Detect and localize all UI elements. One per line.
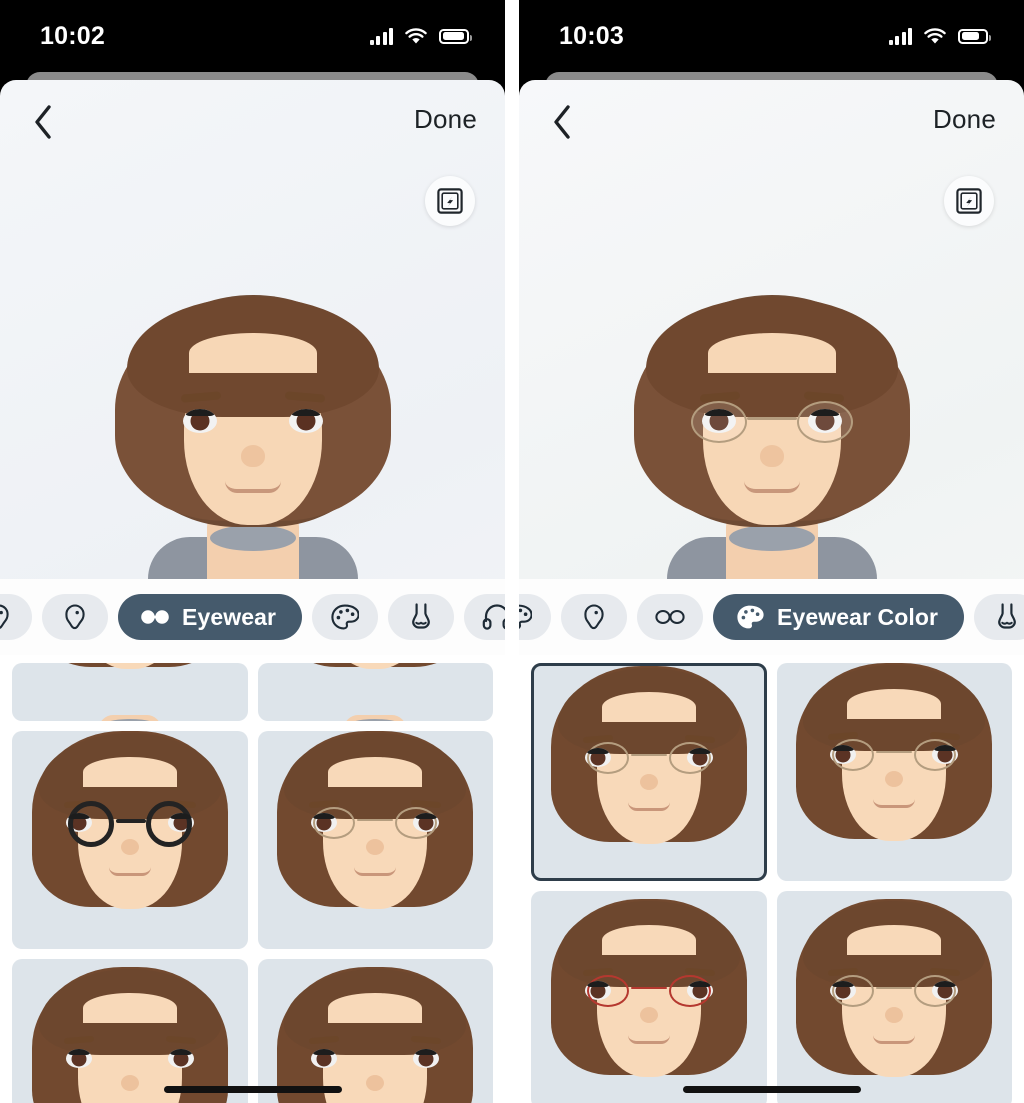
nose-icon [406,602,436,632]
avatar-nose [240,445,265,467]
phone-screenshot-right: 10:03 Done Eyewear Color [519,0,1024,1103]
category-tab-bar[interactable]: Eyewear [0,579,505,655]
wifi-icon [404,27,428,45]
tab-head-partial-icon[interactable] [0,594,32,640]
avatar-eye-right [288,409,323,433]
chevron-left-icon[interactable] [26,102,60,142]
status-time: 10:02 [40,21,105,50]
status-icons [888,27,991,45]
tab-headwear-icon[interactable] [464,594,505,640]
done-button[interactable]: Done [933,104,996,135]
avatar-mouth [743,481,800,493]
navigation-bar: Done [519,80,1024,162]
cellular-signal-icon [888,27,912,45]
sticker-effects-icon[interactable] [425,176,475,226]
avatar-thumbnail [30,963,230,1103]
avatar-thumbnail [30,663,230,721]
headwear-icon [482,602,505,632]
navigation-bar: Done [0,80,505,162]
status-time: 10:03 [559,21,624,50]
head-partial-icon [0,602,14,632]
avatar-eye-left [182,409,217,433]
avatar-thumbnail [794,663,994,881]
dual-screenshot-composite: 10:02 Done Eyewear 10:03 Done Eyewear Co… [0,0,1024,1103]
eyewear-option-cell[interactable] [776,891,1012,1103]
face-shape-icon [60,602,90,632]
home-indicator [682,1086,861,1093]
avatar-preview-stage [0,162,505,579]
eyewear-option-cell[interactable] [531,891,767,1103]
avatar-hair-part [188,333,317,373]
avatar-nose [759,445,784,467]
modal-sheet-wrapper: Done [0,72,505,1103]
category-tab-bar[interactable]: Eyewear Color [519,579,1024,655]
battery-full-icon [439,28,472,44]
eyewear-option-cell[interactable] [12,731,248,949]
avatar-glasses [689,401,855,445]
eyewear-option-cell[interactable] [257,959,493,1103]
tab-eyewear-icon[interactable] [637,594,703,640]
done-button[interactable]: Done [414,104,477,135]
home-indicator [163,1086,342,1093]
editor-sheet: Done [519,80,1024,1103]
status-bar: 10:02 [0,0,505,72]
avatar-thumbnail [275,963,475,1103]
chevron-left-icon[interactable] [545,102,579,142]
avatar-thumbnail [275,731,475,949]
eyewear-option-cell[interactable] [12,959,248,1103]
status-icons [369,27,472,45]
eyewear-option-cell[interactable] [531,663,767,881]
avatar-thumbnail [30,731,230,949]
avatar-thumbnail [549,666,749,878]
phone-screenshot-left: 10:02 Done Eyewear [0,0,505,1103]
cellular-signal-icon [369,27,393,45]
avatar-hair-part [707,333,836,373]
tab-nose-icon[interactable] [974,594,1024,640]
eyewear-option-cell[interactable] [257,731,493,949]
palette-icon [735,602,765,632]
status-bar: 10:03 [519,0,1024,72]
modal-sheet-wrapper: Done [519,72,1024,1103]
avatar-thumbnail [549,895,749,1103]
tab-eyewear-color[interactable]: Eyewear Color [713,594,965,640]
panel-divider [505,0,519,1103]
tab-palette-partial-icon[interactable] [519,594,551,640]
palette-partial-icon [519,602,533,632]
tab-label: Eyewear Color [777,603,939,630]
sticker-effects-icon[interactable] [944,176,994,226]
eyewear-icon [140,602,170,632]
avatar-preview [622,289,922,579]
avatar-collar [209,525,296,551]
eyewear-option-cell[interactable] [12,663,248,721]
editor-sheet: Done [0,80,505,1103]
tab-label: Eyewear [182,603,277,630]
avatar-preview [103,289,403,579]
eyewear-icon [655,602,685,632]
avatar-thumbnail [794,895,994,1103]
face-shape-icon [579,602,609,632]
avatar-thumbnail [275,663,475,721]
tab-face-shape-icon[interactable] [561,594,627,640]
tab-eyewear[interactable]: Eyewear [118,594,303,640]
battery-full-icon [958,28,991,44]
eyewear-option-cell[interactable] [776,663,1012,881]
avatar-collar [728,525,815,551]
eyewear-color-option-grid[interactable] [519,655,1024,1103]
avatar-mouth [224,481,281,493]
eyewear-option-cell[interactable] [257,663,493,721]
tab-nose-icon[interactable] [388,594,455,640]
palette-icon [330,602,360,632]
tab-face-shape-icon[interactable] [42,594,108,640]
avatar-preview-stage [519,162,1024,579]
eyewear-option-grid[interactable] [0,655,505,1103]
tab-palette-icon[interactable] [312,594,379,640]
wifi-icon [923,27,947,45]
nose-icon [992,602,1022,632]
